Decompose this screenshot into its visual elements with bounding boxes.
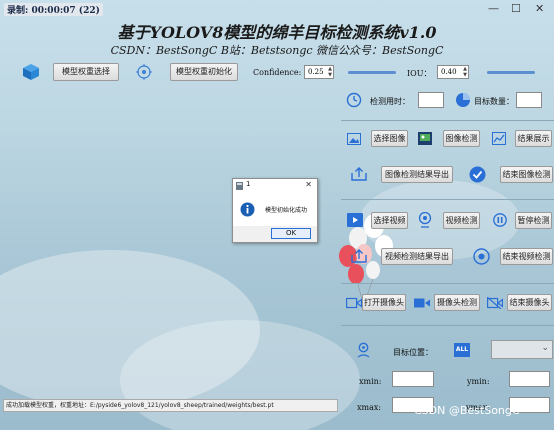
check-circle-icon [469, 166, 486, 183]
app-title: 基于YOLOV8模型的绵羊目标检测系统v1.0 [117, 23, 437, 42]
all-badge: ALL [454, 343, 470, 357]
xmin-label: xmin: [359, 377, 382, 386]
spin-arrows-icon[interactable]: ▲ ▼ [328, 66, 332, 78]
end-image-detect-button[interactable]: 结束图像检测 [500, 166, 553, 183]
select-weights-button[interactable]: 模型权重选择 [53, 63, 119, 81]
cube-icon [23, 64, 39, 80]
info-icon [240, 202, 255, 217]
iou-value: 0.40 [441, 68, 457, 76]
pause-icon [493, 213, 507, 227]
target-count-label: 目标数量： [474, 97, 514, 106]
upload-icon [351, 249, 367, 263]
show-result-button[interactable]: 结果展示 [515, 130, 552, 147]
dialog-title: 1 [246, 180, 251, 188]
app-icon [236, 182, 243, 190]
stop-circle-icon [473, 248, 490, 265]
watermark: CSDN @BestSongC [414, 404, 520, 417]
app-subtitle: CSDN：BestSongC B站：Betstsongc 微信公众号：BestS… [110, 44, 444, 57]
divider [341, 325, 554, 326]
dialog-body: 模型初始化成功 [233, 193, 317, 226]
target-count-field [516, 92, 542, 108]
dialog-footer: OK [233, 226, 317, 242]
upload-icon [351, 167, 367, 181]
confidence-slider[interactable] [348, 71, 396, 74]
video-detect-button[interactable]: 视频检测 [443, 212, 480, 229]
target-select-dropdown[interactable]: ⌄ [491, 340, 553, 359]
camera-off-icon [487, 297, 503, 309]
ymin-field [509, 371, 550, 387]
webcam-icon [418, 212, 432, 228]
recording-timer: 录制: 00:00:07 (22) [4, 3, 103, 16]
close-button[interactable]: ✕ [535, 2, 544, 15]
confidence-spinbox[interactable]: 0.25 ▲ ▼ [304, 65, 334, 79]
confidence-label: Confidence: [253, 68, 302, 77]
select-video-button[interactable]: 选择视频 [371, 212, 408, 229]
camera-icon [346, 297, 362, 309]
target-icon [136, 64, 152, 80]
image-detect-button[interactable]: 图像检测 [443, 130, 480, 147]
clock-icon [346, 92, 362, 108]
select-image-button[interactable]: 选择图像 [371, 130, 408, 147]
video-file-icon [347, 213, 363, 227]
line-chart-icon [492, 132, 506, 145]
maximize-button[interactable]: ☐ [511, 2, 521, 15]
target-position-label: 目标位置： [393, 348, 433, 357]
divider [341, 283, 554, 284]
xmax-label: xmax: [357, 403, 382, 412]
xmin-field [392, 371, 434, 387]
title-bar: 录制: 00:00:07 (22) — ☐ ✕ [0, 0, 554, 20]
dialog-title-bar: 1 ✕ [233, 179, 317, 193]
message-dialog: 1 ✕ 模型初始化成功 OK [232, 178, 318, 243]
app-window: 录制: 00:00:07 (22) — ☐ ✕ 基于YOLOV8模型的绵羊目标检… [0, 0, 554, 430]
pause-detect-button[interactable]: 暂停检测 [515, 212, 552, 229]
iou-spinbox[interactable]: 0.40 ▲ ▼ [437, 65, 469, 79]
pie-chart-icon [456, 93, 470, 107]
iou-label: IOU： [407, 69, 432, 78]
confidence-value: 0.25 [308, 68, 324, 76]
spin-arrows-icon[interactable]: ▲ ▼ [463, 66, 467, 78]
chevron-down-icon: ⌄ [541, 343, 549, 353]
cloud-decoration [120, 320, 360, 430]
dialog-ok-button[interactable]: OK [271, 228, 311, 239]
iou-slider[interactable] [487, 71, 535, 74]
ymin-label: ymin: [467, 377, 490, 386]
image-icon [347, 133, 361, 145]
location-pin-icon [357, 342, 370, 358]
status-bar: 成功加载模型权重，权重地址：E:/pyside6_yolov8_121/yolo… [3, 399, 338, 412]
minimize-button[interactable]: — [488, 2, 499, 15]
end-video-detect-button[interactable]: 结束视频检测 [500, 248, 553, 265]
divider [341, 120, 554, 121]
init-model-button[interactable]: 模型权重初始化 [170, 63, 238, 81]
detect-time-field [418, 92, 444, 108]
divider [341, 199, 554, 200]
dialog-message: 模型初始化成功 [265, 207, 308, 214]
export-video-result-button[interactable]: 视频检测结果导出 [381, 248, 453, 265]
detect-time-label: 检测用时： [370, 97, 410, 106]
export-image-result-button[interactable]: 图像检测结果导出 [381, 166, 453, 183]
camera-detect-button[interactable]: 摄像头检测 [434, 294, 480, 311]
image-detect-icon [418, 132, 432, 145]
end-camera-button[interactable]: 结束摄像头 [507, 294, 552, 311]
video-camera-icon [414, 298, 430, 308]
open-camera-button[interactable]: 打开摄像头 [362, 294, 406, 311]
dialog-close-button[interactable]: ✕ [305, 180, 312, 189]
